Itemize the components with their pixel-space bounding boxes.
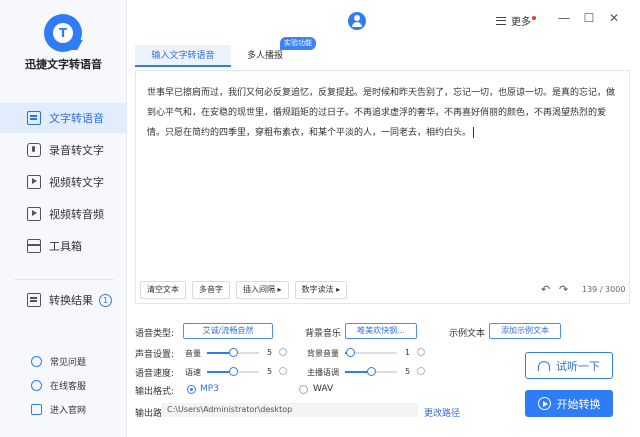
volume-reset-icon[interactable] [279,348,287,356]
host-tone-slider[interactable] [345,367,397,376]
mp3-label: MP3 [200,384,219,394]
speed-value: 5 [267,367,273,376]
video-icon [27,175,41,189]
insert-pause-button[interactable]: 插入间隔 ▸ [236,281,289,299]
redo-icon[interactable]: ↷ [559,283,568,296]
sidebar: T 迅捷文字转语音 文字转语音 录音转文字 视频转文字 视频转音频 工具箱 转换… [0,0,127,437]
char-counter: 139 / 3000 [582,285,626,294]
more-label: 更多 [511,17,531,28]
editor-toolbar: 清空文本 多音字 插入间隔 ▸ 数字读法 ▸ [140,281,353,299]
headphones-icon [538,360,550,371]
speed-reset-icon[interactable] [279,367,287,375]
output-format-label: 输出格式: [135,387,175,397]
faq-link[interactable]: 常见问题 [0,352,127,370]
experimental-badge: 实验功能 [280,37,316,50]
bg-volume-reset-icon[interactable] [417,348,425,356]
sidebar-item-label: 转换结果 [49,294,93,307]
add-sample-text-button[interactable]: 添加示例文本 [489,323,561,339]
host-tone-label: 主播语调 [307,368,339,377]
maximize-icon[interactable]: ☐ [582,11,596,25]
app-logo-icon: T [44,14,83,52]
sidebar-item-toolbox[interactable]: 工具箱 [0,231,127,261]
minimize-icon[interactable]: — [557,11,571,25]
app-name: 迅捷文字转语音 [25,58,102,71]
bg-music-select[interactable]: 唯美欢快钢... [345,323,417,339]
bg-music-label: 背景音乐 [305,329,342,339]
preview-button[interactable]: 试听一下 [525,352,613,379]
voice-speed-label: 语音速度: [135,369,175,379]
sidebar-item-label: 工具箱 [49,240,82,253]
sidebar-item-recording-to-text[interactable]: 录音转文字 [0,135,127,165]
change-path-link[interactable]: 更改路径 [424,406,460,419]
user-avatar-icon[interactable] [348,12,366,30]
sidebar-item-video-to-text[interactable]: 视频转文字 [0,167,127,197]
number-reading-button[interactable]: 数字读法 ▸ [294,281,348,299]
start-convert-button[interactable]: 开始转换 [525,390,613,417]
sample-text-label: 示例文本 [449,329,486,339]
official-site-link[interactable]: 进入官网 [0,400,127,418]
video-audio-icon [27,207,41,221]
results-count-badge: 1 [99,293,112,307]
menu-icon [496,16,506,25]
microphone-icon [27,143,41,157]
question-icon [31,355,42,367]
text-editor[interactable]: 世事早已擦肩而过，我们又何必反复追忆，反复提起。是时候和昨天告别了，忘记一切，也… [135,70,630,304]
output-path-field[interactable]: C:\Users\Administrator\desktop [161,403,418,417]
volume-slider[interactable] [207,348,259,357]
sidebar-item-label: 视频转文字 [49,176,104,189]
official-site-label: 进入官网 [50,405,87,416]
tab-input-text[interactable]: 输入文字转语音 [135,45,231,67]
editor-text[interactable]: 世事早已擦肩而过，我们又何必反复追忆，反复提起。是时候和昨天告别了，忘记一切，也… [147,83,621,143]
sidebar-item-label: 文字转语音 [49,112,104,125]
voice-type-select[interactable]: 艾诚/流畅自然 [183,323,273,339]
speed-slider[interactable] [207,367,259,376]
volume-label: 音量 [185,349,201,358]
host-tone-reset-icon[interactable] [417,367,425,375]
wav-radio[interactable] [299,385,308,394]
main-panel: 更多 — ☐ ✕ 输入文字转语音 多人播报 实验功能 世事早已擦肩而过，我们又何… [127,0,640,437]
bg-volume-value: 1 [405,348,411,357]
undo-icon[interactable]: ↶ [541,283,550,296]
clear-text-button[interactable]: 清空文本 [140,281,186,299]
voice-type-label: 语音类型: [135,329,175,339]
speed-label: 语速 [185,368,201,377]
bg-volume-label: 背景音量 [307,349,339,358]
sidebar-item-results[interactable]: 转换结果 1 [0,285,127,315]
sidebar-divider [14,279,114,280]
preview-label: 试听一下 [556,359,600,373]
volume-value: 5 [267,348,273,357]
sidebar-item-text-to-speech[interactable]: 文字转语音 [0,103,127,133]
host-tone-value: 5 [405,367,411,376]
headset-icon [31,379,42,391]
wav-label: WAV [313,384,334,394]
more-menu-button[interactable]: 更多 [496,13,536,28]
play-icon [537,397,551,410]
sidebar-item-label: 录音转文字 [49,144,104,157]
online-service-link[interactable]: 在线客服 [0,376,127,394]
mp3-radio[interactable] [187,385,196,394]
tab-bar: 输入文字转语音 多人播报 实验功能 [135,37,630,67]
bg-volume-slider[interactable] [345,348,397,357]
notification-dot [532,15,536,20]
results-icon [27,293,41,307]
document-icon [27,111,41,125]
sidebar-item-label: 视频转音频 [49,208,104,221]
close-icon[interactable]: ✕ [607,11,621,25]
toolbox-icon [27,239,41,253]
sidebar-item-video-to-audio[interactable]: 视频转音频 [0,199,127,229]
online-service-label: 在线客服 [50,381,87,392]
polyphone-button[interactable]: 多音字 [192,281,230,299]
start-label: 开始转换 [556,397,601,411]
faq-label: 常见问题 [50,357,87,368]
monitor-icon [31,403,42,415]
voice-settings-label: 声音设置: [135,350,175,360]
